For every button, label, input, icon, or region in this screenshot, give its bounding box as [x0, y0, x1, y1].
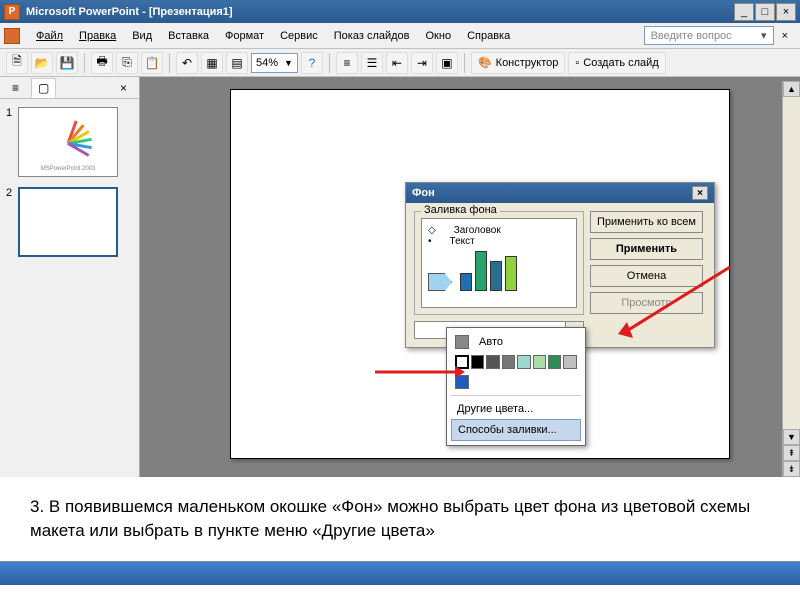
- swatch-lightgreen[interactable]: [533, 355, 546, 369]
- menu-window[interactable]: Окно: [418, 28, 460, 44]
- swatch-green[interactable]: [548, 355, 561, 369]
- toolbar: 🗎 📂 💾 🖶 ⎘ 📋 ↶ ▦ ▤ 54%▼ ? ≡ ☰ ⇤ ⇥ ▣ 🎨 Кон…: [0, 49, 800, 77]
- color-swatch-row-1: [451, 352, 581, 372]
- vertical-scrollbar[interactable]: ▲ ▼ ⇞ ⇟: [782, 81, 800, 477]
- thumb-2-number: 2: [6, 187, 12, 257]
- menu-separator: [451, 395, 581, 396]
- bar-chart-icon: [460, 251, 517, 291]
- thumb-1-caption: MSPowerPoint 2003: [41, 166, 96, 172]
- ask-question-input[interactable]: Введите вопрос: [644, 26, 774, 45]
- open-icon[interactable]: 📂: [31, 52, 53, 74]
- dialog-close-icon[interactable]: ×: [692, 186, 708, 200]
- paste-icon[interactable]: 📋: [141, 52, 163, 74]
- zoom-combo[interactable]: 54%▼: [251, 53, 298, 73]
- table-icon[interactable]: ▦: [201, 52, 223, 74]
- auto-swatch-icon: [455, 335, 469, 349]
- minimize-button[interactable]: _: [734, 3, 754, 21]
- prev-slide-icon[interactable]: ⇞: [783, 445, 800, 461]
- menu-close-doc[interactable]: ×: [774, 28, 796, 44]
- scroll-up-icon[interactable]: ▲: [783, 81, 800, 97]
- thumb-1-slide[interactable]: MSPowerPoint 2003: [18, 107, 118, 177]
- menu-insert[interactable]: Вставка: [160, 28, 217, 44]
- cancel-button[interactable]: Отмена: [590, 265, 703, 287]
- dialog-title: Фон: [412, 187, 435, 199]
- swatch-black[interactable]: [471, 355, 484, 369]
- menu-help[interactable]: Справка: [459, 28, 518, 44]
- panel-tabs: ≡ ▢ ×: [0, 77, 139, 99]
- background-dialog: Фон × Заливка фона ◇Заголовок •Текст: [405, 182, 715, 348]
- canvas: Фон × Заливка фона ◇Заголовок •Текст: [140, 77, 800, 477]
- menu-file[interactable]: Файл: [28, 28, 71, 44]
- fill-fieldset: Заливка фона ◇Заголовок •Текст: [414, 211, 584, 315]
- swatch-blue[interactable]: [455, 375, 469, 389]
- help-icon[interactable]: ?: [301, 52, 323, 74]
- bottom-accent-bar: [0, 561, 800, 585]
- window-buttons: _ □ ×: [734, 3, 796, 21]
- swatch-darkgray[interactable]: [486, 355, 499, 369]
- thumbnails: 1 MSPowerPoint 2003 2: [0, 99, 139, 275]
- restore-button[interactable]: □: [755, 3, 775, 21]
- swatch-white[interactable]: [455, 355, 469, 369]
- menu-edit[interactable]: Правка: [71, 28, 124, 44]
- dialog-buttons: Применить ко всем Применить Отмена Просм…: [590, 211, 703, 339]
- undo-icon[interactable]: ↶: [176, 52, 198, 74]
- grid-icon[interactable]: ▤: [226, 52, 248, 74]
- apply-button[interactable]: Применить: [590, 238, 703, 260]
- new-slide-button[interactable]: ▫ Создать слайд: [568, 52, 665, 74]
- window-title: Microsoft PowerPoint - [Презентация1]: [26, 6, 734, 18]
- close-button[interactable]: ×: [776, 3, 796, 21]
- menu-slideshow[interactable]: Показ слайдов: [326, 28, 418, 44]
- thumb-1-number: 1: [6, 107, 12, 177]
- workspace: ≡ ▢ × 1 MSPowerPoint 2003: [0, 77, 800, 477]
- doc-icon: [4, 28, 20, 44]
- layout-icon[interactable]: ▣: [436, 52, 458, 74]
- thumb-2-slide[interactable]: [18, 187, 118, 257]
- indent-right-icon[interactable]: ⇥: [411, 52, 433, 74]
- tab-outline[interactable]: ≡: [6, 79, 25, 97]
- fill-preview: ◇Заголовок •Текст: [421, 218, 577, 308]
- color-fan-icon: [43, 122, 93, 162]
- thumb-1: 1 MSPowerPoint 2003: [6, 107, 133, 177]
- scroll-down-icon[interactable]: ▼: [783, 429, 800, 445]
- copy-icon[interactable]: ⎘: [116, 52, 138, 74]
- save-icon[interactable]: 💾: [56, 52, 78, 74]
- designer-button[interactable]: 🎨 Конструктор: [471, 52, 565, 74]
- app-icon: P: [4, 4, 20, 20]
- bullets-icon[interactable]: ≡: [336, 52, 358, 74]
- preview-text-ph: Текст: [450, 236, 475, 247]
- color-swatch-row-2: [451, 372, 581, 392]
- fill-methods-item[interactable]: Способы заливки...: [451, 419, 581, 441]
- swatch-teal[interactable]: [517, 355, 530, 369]
- swatch-silver[interactable]: [563, 355, 576, 369]
- instruction-caption: 3. В появившемся маленьком окошке «Фон» …: [0, 477, 800, 561]
- swatch-gray[interactable]: [502, 355, 515, 369]
- print-icon[interactable]: 🖶: [91, 52, 113, 74]
- preview-title-ph: Заголовок: [454, 225, 501, 236]
- menu-format[interactable]: Формат: [217, 28, 272, 44]
- fieldset-legend: Заливка фона: [421, 204, 500, 216]
- menu-view[interactable]: Вид: [124, 28, 160, 44]
- indent-left-icon[interactable]: ⇤: [386, 52, 408, 74]
- slide-panel: ≡ ▢ × 1 MSPowerPoint 2003: [0, 77, 140, 477]
- numbering-icon[interactable]: ☰: [361, 52, 383, 74]
- thumb-2: 2: [6, 187, 133, 257]
- window-titlebar: P Microsoft PowerPoint - [Презентация1] …: [0, 0, 800, 23]
- menu-service[interactable]: Сервис: [272, 28, 326, 44]
- arrow-shape-icon: [428, 273, 452, 291]
- new-doc-icon[interactable]: 🗎: [6, 52, 28, 74]
- apply-all-button[interactable]: Применить ко всем: [590, 211, 703, 233]
- more-colors-item[interactable]: Другие цвета...: [451, 399, 581, 419]
- tab-close[interactable]: ×: [114, 79, 133, 97]
- auto-color-item[interactable]: Авто: [451, 332, 581, 352]
- auto-label: Авто: [479, 336, 503, 348]
- preview-button[interactable]: Просмотр: [590, 292, 703, 314]
- next-slide-icon[interactable]: ⇟: [783, 461, 800, 477]
- tab-slides[interactable]: ▢: [31, 78, 56, 98]
- color-dropdown-menu: Авто Другие цвета... Способы заливки...: [446, 327, 586, 446]
- dialog-titlebar[interactable]: Фон ×: [406, 183, 714, 203]
- menubar: Файл Правка Вид Вставка Формат Сервис По…: [0, 23, 800, 49]
